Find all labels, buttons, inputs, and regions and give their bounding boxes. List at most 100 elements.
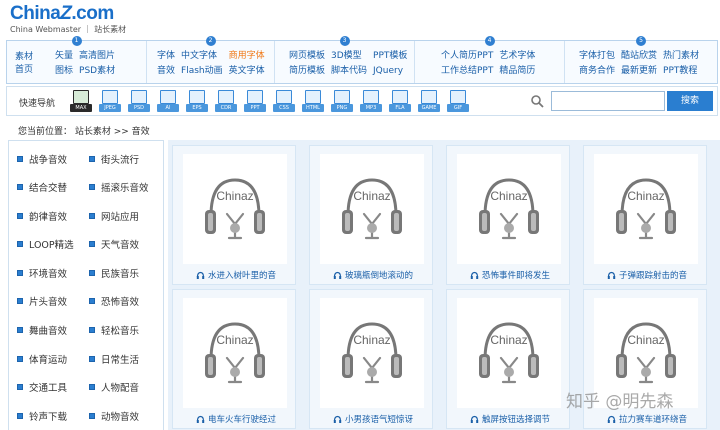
file-type-css-icon[interactable]: CSS (272, 89, 296, 113)
sound-thumbnail[interactable]: Chinaz (183, 154, 287, 264)
file-type-max-icon[interactable]: MAX (69, 89, 93, 113)
search-button[interactable]: 搜索 (667, 91, 713, 111)
category-link[interactable]: 艺术字体 (499, 50, 535, 62)
category-link[interactable]: 矢量 (55, 50, 73, 62)
sidebar-category-item[interactable]: LOOP精选 (17, 237, 89, 252)
sidebar-category-item[interactable]: 日常生活 (89, 351, 161, 366)
sound-title-link[interactable]: 子弹跟踪射击的音 (588, 269, 706, 281)
sidebar-category-item[interactable]: 民族音乐 (89, 265, 161, 280)
category-link[interactable]: 简历模板 (289, 65, 325, 77)
category-link[interactable]: 音效 (157, 65, 175, 77)
square-bullet-icon (89, 155, 95, 162)
sidebar-category-label: 铃声下载 (29, 411, 68, 423)
file-type-fla-icon[interactable]: FLA (388, 89, 412, 113)
square-bullet-icon (17, 412, 23, 419)
sound-card[interactable]: Chinaz 触屏按钮选择调节 (446, 289, 570, 429)
sidebar-category-item[interactable]: 片头音效 (17, 294, 89, 309)
category-link[interactable]: 图标 (55, 65, 73, 77)
category-link[interactable]: PPT教程 (663, 65, 699, 77)
file-type-png-icon[interactable]: PNG (330, 89, 354, 113)
category-link[interactable]: PSD素材 (79, 65, 115, 77)
sound-title-link[interactable]: 小男孩语气短惊讶 (314, 413, 432, 425)
sidebar-category-item[interactable]: 舞曲音效 (17, 323, 89, 338)
sound-title-link[interactable]: 拉力赛车道环绕音 (588, 413, 706, 425)
sidebar-category-item[interactable]: 韵律音效 (17, 208, 89, 223)
sound-card[interactable]: Chinaz 小男孩语气短惊讶 (309, 289, 433, 429)
sound-title-link[interactable]: 玻璃瓶倒地滚动的 (314, 269, 432, 281)
sound-title: 触屏按钮选择调节 (481, 415, 550, 425)
category-link[interactable]: 英文字体 (229, 65, 265, 77)
sound-thumbnail[interactable]: Chinaz (457, 298, 561, 408)
sidebar-category-item[interactable]: 轻松音乐 (89, 323, 161, 338)
file-type-mp3-icon[interactable]: MP3 (359, 89, 383, 113)
category-link[interactable]: 酷站欣赏 (621, 50, 657, 62)
category-link[interactable]: 热门素材 (663, 50, 699, 62)
sound-title-link[interactable]: 电车火车行驶经过 (177, 413, 295, 425)
category-link[interactable]: 网页模板 (289, 50, 325, 62)
card-brand-text: Chinaz (353, 333, 390, 347)
sidebar-category-item[interactable]: 战争音效 (17, 151, 89, 166)
site-logo[interactable]: ChinaZ.com China Webmaster ｜ 站长素材 (10, 4, 126, 35)
sidebar-category-item[interactable]: 体育运动 (17, 351, 89, 366)
category-link[interactable]: 商用字体 (229, 50, 265, 62)
sidebar-category-item[interactable]: 结合交替 (17, 180, 89, 195)
search-input[interactable] (551, 91, 665, 111)
file-type-ppt-icon[interactable]: PPT (243, 89, 267, 113)
sound-thumbnail[interactable]: Chinaz (320, 154, 424, 264)
file-type-ai-icon[interactable]: AI (156, 89, 180, 113)
sound-thumbnail[interactable]: Chinaz (183, 298, 287, 408)
sidebar-category-label: 网站应用 (101, 211, 140, 223)
sound-title-link[interactable]: 水进入树叶里的音 (177, 269, 295, 281)
category-link[interactable]: 中文字体 (181, 50, 223, 62)
sidebar-category-item[interactable]: 交通工具 (17, 380, 89, 395)
sidebar-category-item[interactable]: 恐怖音效 (89, 294, 161, 309)
sound-card[interactable]: Chinaz 电车火车行驶经过 (172, 289, 296, 429)
category-link[interactable]: 脚本代码 (331, 65, 367, 77)
sound-title-link[interactable]: 恐怖事件即将发生 (451, 269, 569, 281)
sound-title-link[interactable]: 触屏按钮选择调节 (451, 413, 569, 425)
sidebar-category-item[interactable]: 环境音效 (17, 265, 89, 280)
square-bullet-icon (17, 327, 23, 334)
category-link[interactable]: 精品简历 (499, 65, 535, 77)
sidebar-category-item[interactable]: 动物音效 (89, 408, 161, 423)
sound-thumbnail[interactable]: Chinaz (320, 298, 424, 408)
file-type-html-icon[interactable]: HTML (301, 89, 325, 113)
file-type-jpeg-icon[interactable]: JPEG (98, 89, 122, 113)
sound-thumbnail[interactable]: Chinaz (457, 154, 561, 264)
sound-card[interactable]: Chinaz 玻璃瓶倒地滚动的 (309, 145, 433, 285)
sound-thumbnail[interactable]: Chinaz (594, 154, 698, 264)
file-type-label: JPEG (99, 104, 121, 112)
card-brand-text: Chinaz (353, 189, 390, 203)
sidebar-category-item[interactable]: 摇滚乐音效 (89, 180, 161, 195)
sound-card[interactable]: Chinaz 水进入树叶里的音 (172, 145, 296, 285)
sidebar-category-item[interactable]: 网站应用 (89, 208, 161, 223)
file-type-label: CDR (215, 104, 237, 112)
headphone-small-icon (333, 415, 342, 423)
category-link[interactable]: 个人简历PPT (441, 50, 493, 62)
sound-card[interactable]: Chinaz 子弹跟踪射击的音 (583, 145, 707, 285)
file-doc-glyph (276, 90, 292, 104)
file-type-game-icon[interactable]: GAME (417, 89, 441, 113)
category-group-number: 4 (484, 36, 495, 46)
category-link[interactable]: 字体 (157, 50, 175, 62)
category-link[interactable]: PPT模板 (373, 50, 407, 62)
category-link[interactable]: 3D模型 (331, 50, 367, 62)
sidebar-category-item[interactable]: 街头流行 (89, 151, 161, 166)
category-link[interactable]: JQuery (373, 65, 407, 77)
category-link[interactable]: 商务合作 (579, 65, 615, 77)
file-doc-glyph (392, 90, 408, 104)
category-link[interactable]: 高清图片 (79, 50, 115, 62)
file-type-eps-icon[interactable]: EPS (185, 89, 209, 113)
sidebar-category-item[interactable]: 人物配音 (89, 380, 161, 395)
category-link[interactable]: 字体打包 (579, 50, 615, 62)
category-link[interactable]: 最新更新 (621, 65, 657, 77)
file-type-gif-icon[interactable]: GIF (446, 89, 470, 113)
file-type-cdr-icon[interactable]: CDR (214, 89, 238, 113)
category-home-link[interactable]: 素材首页 (15, 51, 39, 77)
sound-card[interactable]: Chinaz 恐怖事件即将发生 (446, 145, 570, 285)
category-link[interactable]: 工作总结PPT (441, 65, 493, 77)
file-type-psd-icon[interactable]: PSD (127, 89, 151, 113)
sidebar-category-item[interactable]: 铃声下载 (17, 408, 89, 423)
category-link[interactable]: Flash动画 (181, 65, 223, 77)
sidebar-category-item[interactable]: 天气音效 (89, 237, 161, 252)
